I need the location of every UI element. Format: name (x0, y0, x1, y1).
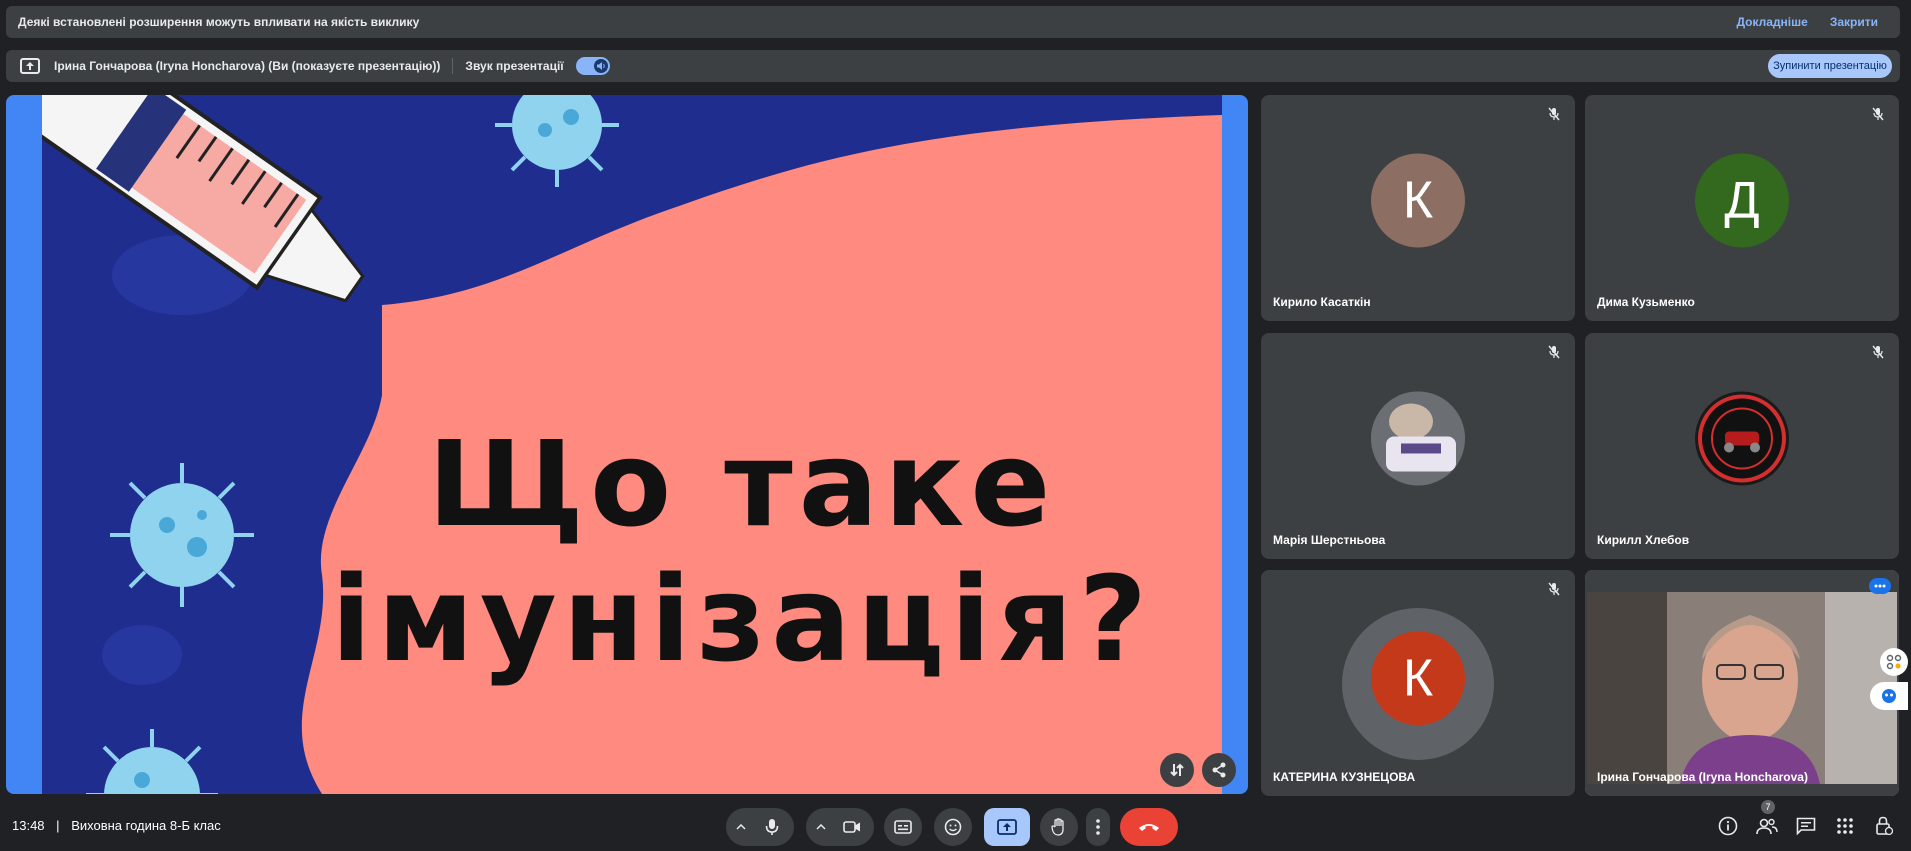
participant-tile[interactable]: Д Дима Кузьменко (1585, 95, 1899, 321)
participant-name: Кирило Касаткін (1273, 295, 1371, 309)
mic-off-icon (1871, 345, 1885, 359)
face-icon (1882, 689, 1896, 703)
share-icon (1212, 762, 1226, 778)
extension-warning-text: Деякі встановлені розширення можуть впли… (18, 15, 420, 29)
avatar-emblem (1698, 394, 1786, 483)
leave-call-button[interactable] (1120, 808, 1178, 846)
participant-name: Кирилл Хлебов (1597, 533, 1690, 547)
participant-tile[interactable]: Кирилл Хлебов (1585, 333, 1899, 559)
avatar: К (1371, 631, 1465, 726)
close-banner-link[interactable]: Закрити (1830, 15, 1878, 29)
camera-button[interactable] (833, 808, 871, 846)
more-vert-icon (1096, 819, 1100, 835)
video-options-chevron-icon[interactable] (809, 824, 833, 830)
hang-up-icon (1139, 824, 1159, 831)
hand-icon (1051, 818, 1064, 836)
more-options-icon[interactable] (1869, 578, 1891, 594)
microphone-button[interactable] (753, 808, 791, 846)
participant-name: Марія Шерстньова (1273, 533, 1386, 547)
mic-off-icon (1547, 582, 1561, 596)
present-screen-icon (997, 819, 1017, 835)
presentation-slide: Що таке імунізація? (42, 95, 1222, 794)
microphone-icon (765, 819, 779, 835)
extension-warning-banner: Деякі встановлені розширення можуть впли… (6, 6, 1900, 38)
slide-title-line-2: імунізація? (330, 550, 1154, 688)
camera-icon (843, 821, 860, 833)
participant-name: КАТЕРИНА КУЗНЕЦОВА (1273, 770, 1416, 784)
participant-count-badge: 7 (1761, 800, 1775, 814)
avatar: Д (1695, 153, 1789, 248)
audio-control-group (726, 808, 794, 846)
presentation-sound-label: Звук презентації (465, 59, 564, 73)
self-participant-tile[interactable]: Ірина Гончарова (Iryna Honcharova) (1585, 570, 1899, 796)
more-options-button[interactable] (1086, 808, 1110, 846)
stop-presenting-button[interactable]: Зупинити презентацію (1768, 54, 1892, 78)
activities-button[interactable] (1833, 814, 1857, 838)
meeting-title: Виховна година 8-Б клас (71, 818, 221, 833)
divider (452, 58, 454, 74)
people-button[interactable]: 7 (1755, 800, 1779, 838)
avatar-photo (1371, 391, 1465, 486)
presenting-bar: Ірина Гончарова (Iryna Honcharova) (Ви (… (6, 50, 1900, 82)
video-control-group (806, 808, 874, 846)
effects-side-button[interactable] (1880, 648, 1908, 676)
swap-icon (1170, 763, 1184, 777)
captions-icon (894, 820, 912, 834)
presentation-sound-toggle[interactable] (575, 57, 610, 75)
mic-off-icon (1871, 107, 1885, 121)
grid-icon (1837, 818, 1853, 834)
divider: | (56, 818, 60, 833)
audio-options-chevron-icon[interactable] (729, 824, 753, 830)
info-icon (1718, 816, 1738, 836)
raise-hand-button[interactable] (1040, 808, 1078, 846)
presentation-stage: Що таке імунізація? (6, 95, 1248, 794)
reactions-button[interactable] (934, 808, 972, 846)
mic-off-icon (1547, 345, 1561, 359)
apps-icon (1886, 654, 1902, 670)
avatar (1695, 391, 1789, 486)
host-controls-button[interactable] (1872, 814, 1896, 838)
participant-tile[interactable]: Марія Шерстньова (1261, 333, 1575, 559)
emoji-icon (944, 818, 962, 836)
chat-icon (1796, 817, 1816, 835)
bottom-control-bar: 13:48 | Виховна година 8-Б клас 7 (0, 800, 1911, 851)
slide-title-line-1: Що таке (427, 415, 1057, 553)
extension-side-button[interactable] (1870, 682, 1908, 710)
present-now-button[interactable] (984, 808, 1030, 846)
meeting-info: 13:48 | Виховна година 8-Б клас (12, 818, 221, 833)
volume-icon (593, 59, 608, 73)
chat-button[interactable] (1794, 814, 1818, 838)
lock-person-icon (1876, 816, 1893, 836)
swap-layout-button[interactable] (1160, 753, 1194, 787)
self-video (1585, 570, 1899, 796)
details-link[interactable]: Докладніше (1736, 15, 1807, 29)
avatar: К (1371, 153, 1465, 248)
share-button[interactable] (1202, 753, 1236, 787)
avatar (1371, 391, 1465, 486)
captions-button[interactable] (884, 808, 922, 846)
mic-off-icon (1547, 107, 1561, 121)
clock-time: 13:48 (12, 818, 45, 833)
presenter-status-text: Ірина Гончарова (Iryna Honcharova) (Ви (… (54, 59, 441, 73)
participant-name: Дима Кузьменко (1597, 295, 1695, 309)
participant-tile[interactable]: К КАТЕРИНА КУЗНЕЦОВА (1261, 570, 1575, 796)
participant-name: Ірина Гончарова (Iryna Honcharova) (1597, 770, 1808, 784)
people-icon (1756, 818, 1778, 835)
participant-tile[interactable]: К Кирило Касаткін (1261, 95, 1575, 321)
meeting-details-button[interactable] (1716, 814, 1740, 838)
present-screen-icon (20, 58, 40, 74)
